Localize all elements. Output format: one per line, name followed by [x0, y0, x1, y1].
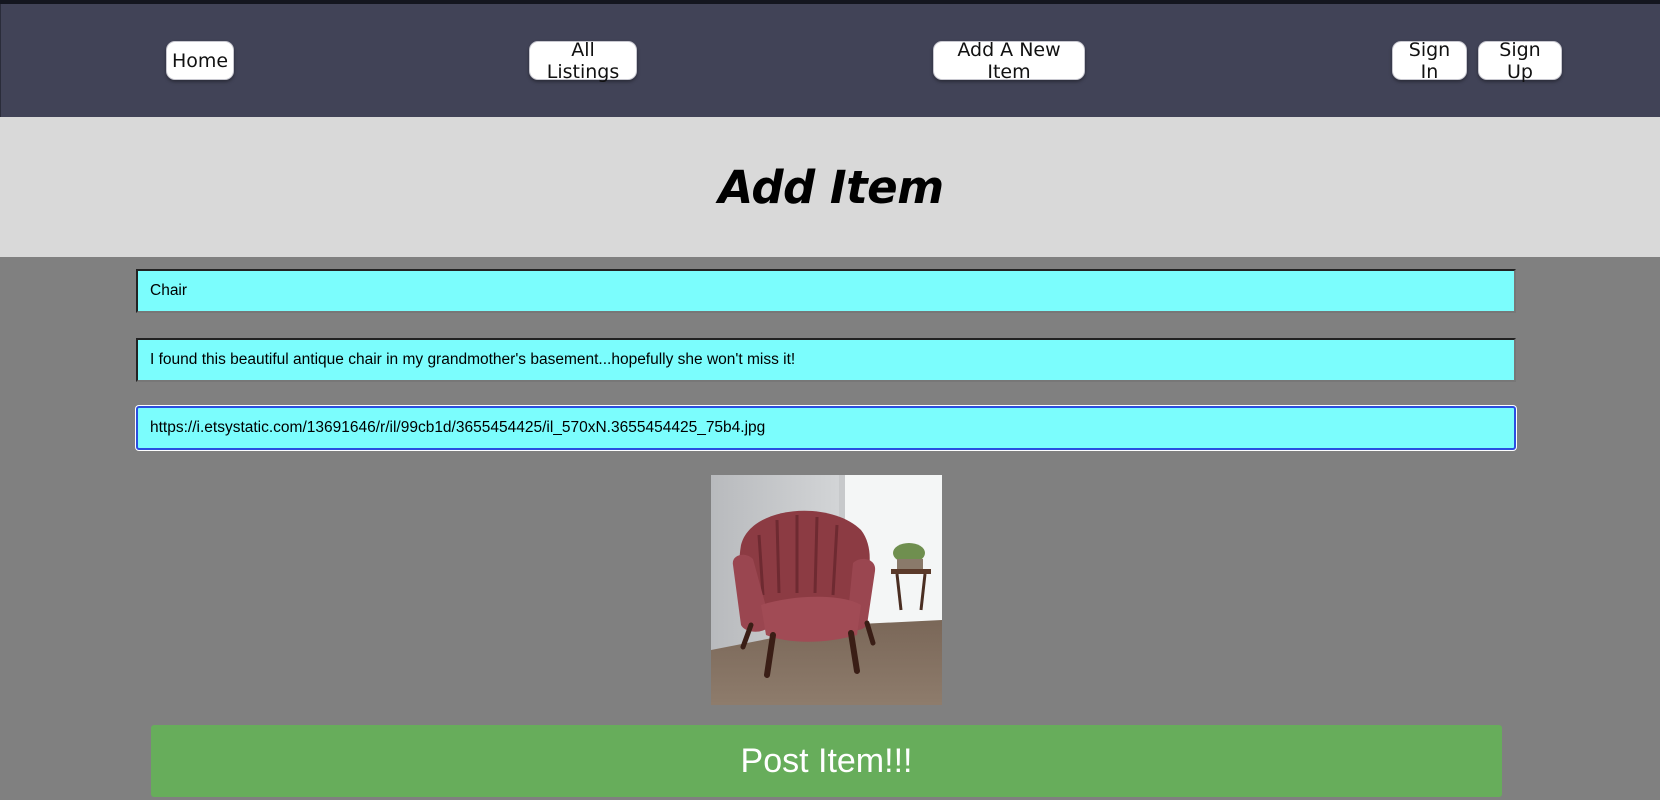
add-item-form: Post Item!!! — [0, 257, 1660, 800]
nav-sign-up-button[interactable]: Sign Up — [1478, 39, 1562, 83]
chair-photo — [711, 475, 942, 705]
item-name-input[interactable] — [136, 269, 1516, 313]
item-image-preview — [711, 475, 942, 705]
page-title: Add Item — [718, 160, 944, 214]
nav-all-listings-button[interactable]: All Listings — [529, 39, 637, 83]
item-image-url-input[interactable] — [136, 406, 1516, 450]
post-item-button[interactable]: Post Item!!! — [151, 725, 1502, 797]
nav-sign-in-button[interactable]: Sign In — [1392, 39, 1467, 83]
nav-add-new-item-button[interactable]: Add A New Item — [933, 39, 1085, 83]
nav-home-button[interactable]: Home — [166, 41, 234, 80]
item-description-input[interactable] — [136, 338, 1516, 382]
page-header: Add Item — [0, 117, 1660, 257]
navbar: Home All Listings Add A New Item Sign In… — [0, 4, 1660, 117]
